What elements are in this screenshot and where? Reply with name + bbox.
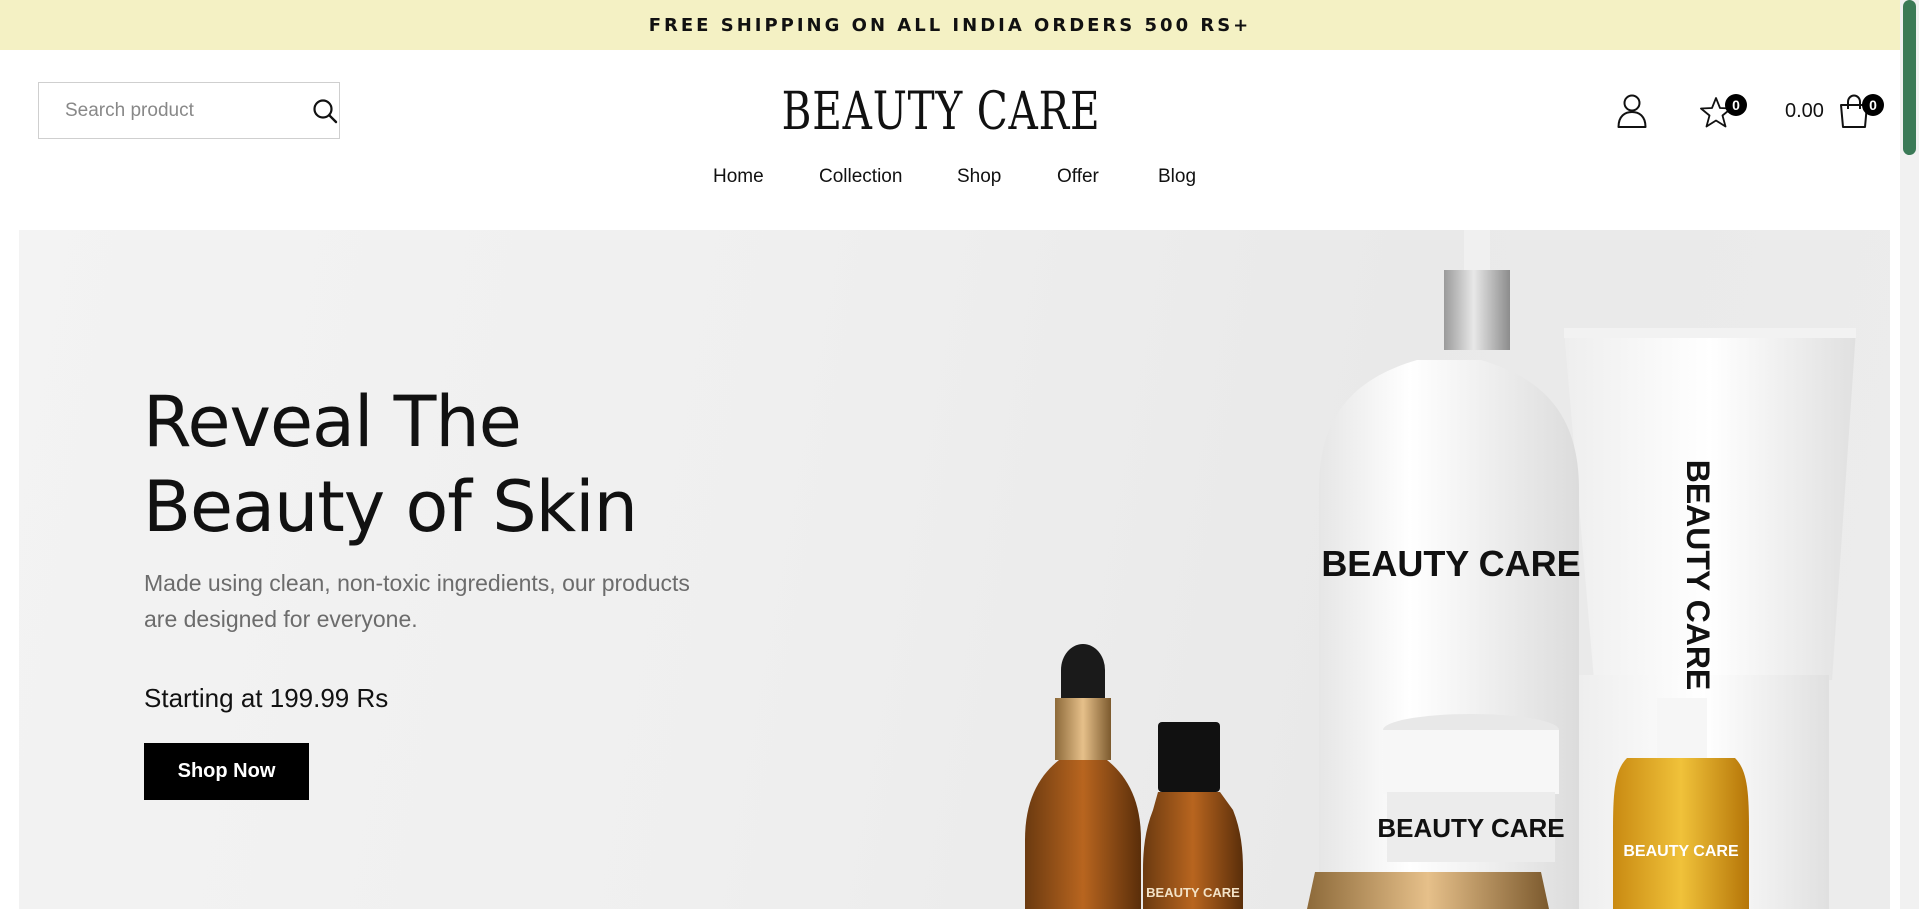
tube-label: BEAUTY CARE xyxy=(1680,460,1716,691)
search-input[interactable] xyxy=(63,98,312,123)
jar-label: BEAUTY CARE xyxy=(1377,813,1564,843)
hero-banner: BEAUTY CARE BEAUTY CARE BEAUTY CARE BEAU… xyxy=(19,230,1890,909)
amber-bottle-label: BEAUTY CARE xyxy=(1146,885,1240,900)
scrollbar-thumb[interactable] xyxy=(1903,0,1916,155)
announcement-text: FREE SHIPPING ON ALL INDIA ORDERS 500 RS… xyxy=(648,14,1252,36)
cart-button[interactable]: 0 xyxy=(1838,94,1884,130)
nav-item-shop[interactable]: Shop xyxy=(957,166,1001,188)
search-icon[interactable] xyxy=(312,96,338,126)
hero-title-line-2: Beauty of Skin xyxy=(143,466,638,548)
hero-description: Made using clean, non-toxic ingredients,… xyxy=(144,565,704,637)
nav-item-blog[interactable]: Blog xyxy=(1158,166,1196,188)
hero-description-line-1: Made using clean, non-toxic ingredients,… xyxy=(144,570,690,596)
wishlist-button[interactable]: 0 xyxy=(1700,94,1747,128)
nav-item-home[interactable]: Home xyxy=(713,166,764,188)
shop-now-button[interactable]: Shop Now xyxy=(144,743,309,800)
small-bottle-label: BEAUTY CARE xyxy=(1623,843,1739,860)
hero-title: Reveal The Beauty of Skin xyxy=(143,380,638,550)
hero-price: Starting at 199.99 Rs xyxy=(144,683,389,713)
page-scrollbar[interactable] xyxy=(1900,0,1919,909)
announcement-bar: FREE SHIPPING ON ALL INDIA ORDERS 500 RS… xyxy=(0,0,1900,50)
hero-title-line-1: Reveal The xyxy=(143,381,522,463)
wishlist-count-badge: 0 xyxy=(1725,94,1747,116)
nav-item-offer[interactable]: Offer xyxy=(1057,166,1099,188)
main-nav: Home Collection Shop Offer Blog xyxy=(0,166,1900,196)
site-logo[interactable]: BEAUTY CARE xyxy=(782,80,1100,144)
cart-count-badge: 0 xyxy=(1862,94,1884,116)
search-box xyxy=(38,82,340,139)
user-icon[interactable] xyxy=(1617,94,1647,133)
bottle-label: BEAUTY CARE xyxy=(1321,543,1580,584)
nav-item-collection[interactable]: Collection xyxy=(819,166,902,188)
cart-total: 0.00 xyxy=(1785,100,1824,122)
hero-description-line-2: are designed for everyone. xyxy=(144,606,418,632)
